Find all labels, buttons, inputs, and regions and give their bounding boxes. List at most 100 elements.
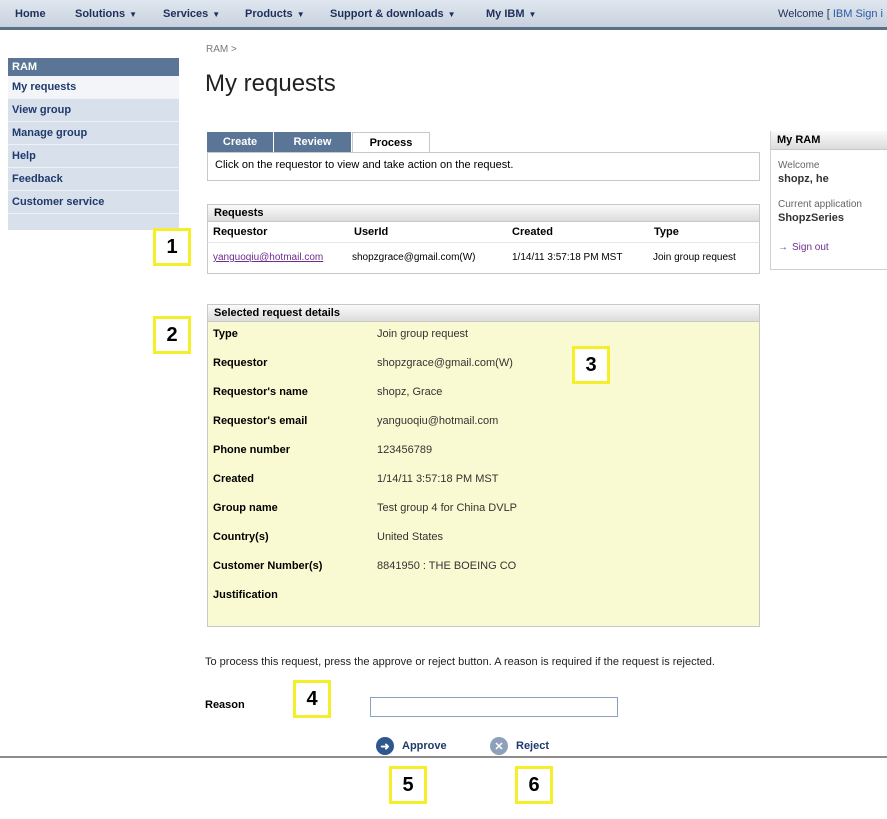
reason-input[interactable] xyxy=(370,697,618,717)
left-navigation: RAM My requests View group Manage group … xyxy=(8,58,179,230)
details-title: Selected request details xyxy=(207,304,760,322)
sidebar-item-manage-group[interactable]: Manage group xyxy=(8,122,179,145)
application-name: ShopzSeries xyxy=(778,212,845,224)
detail-row: Phone number 123456789 xyxy=(208,444,759,464)
welcome-prefix: Welcome [ xyxy=(778,8,830,20)
approve-label: Approve xyxy=(402,740,447,752)
callout-4: 4 xyxy=(293,680,331,718)
detail-row: Created 1/14/11 3:57:18 PM MST xyxy=(208,473,759,493)
sidebar-item-customer-service[interactable]: Customer service xyxy=(8,191,179,214)
request-details-panel: Selected request details Type Join group … xyxy=(207,304,760,627)
detail-value: yanguoqiu@hotmail.com xyxy=(377,415,499,427)
detail-label: Type xyxy=(213,328,238,340)
close-icon: ✕ xyxy=(490,737,508,755)
my-ram-title: My RAM xyxy=(771,131,887,150)
detail-value: 1/14/11 3:57:18 PM MST xyxy=(377,473,499,485)
detail-value: Join group request xyxy=(377,328,469,340)
detail-label: Requestor's email xyxy=(213,415,308,427)
sidebar-item-my-requests[interactable]: My requests xyxy=(8,76,179,99)
sign-out-link[interactable]: → Sign out xyxy=(778,242,829,253)
welcome-label: Welcome xyxy=(778,160,820,171)
detail-label: Requestor's name xyxy=(213,386,308,398)
arrow-right-icon: ➜ xyxy=(376,737,394,755)
nav-support[interactable]: Support & downloads ▼ xyxy=(330,8,456,20)
details-body: Type Join group request Requestor shopzgra… xyxy=(207,322,760,627)
reject-button[interactable]: ✕ Reject xyxy=(490,736,549,756)
nav-products[interactable]: Products ▼ xyxy=(245,8,305,20)
top-navigation-bar: Home Solutions ▼ Services ▼ Products ▼ Supp… xyxy=(0,0,887,30)
sign-out-label: Sign out xyxy=(792,242,829,253)
nav-products-label: Products xyxy=(245,8,293,20)
sidebar-item-feedback[interactable]: Feedback xyxy=(8,168,179,191)
approve-button[interactable]: ➜ Approve xyxy=(376,736,447,756)
detail-row: Requestor's name shopz, Grace xyxy=(208,386,759,406)
detail-label: Justification xyxy=(213,589,278,601)
tab-create[interactable]: Create xyxy=(207,132,273,152)
left-nav-title: RAM xyxy=(8,58,179,76)
nav-home[interactable]: Home xyxy=(15,8,46,20)
detail-label: Country(s) xyxy=(213,531,269,543)
tab-process[interactable]: Process xyxy=(352,132,430,153)
instructions-text: Click on the requestor to view and take … xyxy=(207,152,760,181)
detail-label: Customer Number(s) xyxy=(213,560,323,572)
welcome-text: Welcome [ IBM Sign i xyxy=(778,8,883,20)
requestor-link[interactable]: yanguoqiu@hotmail.com xyxy=(213,252,323,263)
table-row: yanguoqiu@hotmail.com shopzgrace@gmail.c… xyxy=(207,242,760,274)
column-header-userid: UserId xyxy=(354,226,389,238)
detail-row: Customer Number(s) 8841950 : THE BOEING C… xyxy=(208,560,759,580)
callout-2: 2 xyxy=(153,316,191,354)
nav-solutions[interactable]: Solutions ▼ xyxy=(75,8,137,20)
detail-label: Group name xyxy=(213,502,278,514)
sidebar-item-view-group[interactable]: View group xyxy=(8,99,179,122)
detail-row: Justification xyxy=(208,589,759,609)
chevron-down-icon: ▼ xyxy=(296,10,305,19)
footer-divider xyxy=(0,756,887,758)
callout-3: 3 xyxy=(572,346,610,384)
table-cell-created: 1/14/11 3:57:18 PM MST xyxy=(512,252,623,263)
detail-value: Test group 4 for China DVLP xyxy=(377,502,518,514)
detail-label: Created xyxy=(213,473,254,485)
column-header-type: Type xyxy=(654,226,679,238)
chevron-down-icon: ▼ xyxy=(528,10,537,19)
detail-value: 8841950 : THE BOEING CO xyxy=(377,560,517,572)
process-instructions: To process this request, press the appro… xyxy=(205,656,715,668)
detail-value: shopzgrace@gmail.com(W) xyxy=(377,357,513,369)
detail-label: Phone number xyxy=(213,444,291,456)
sign-in-link[interactable]: IBM Sign i xyxy=(833,8,883,20)
nav-support-label: Support & downloads xyxy=(330,8,444,20)
detail-row: Type Join group request xyxy=(208,328,759,348)
nav-home-label: Home xyxy=(15,8,46,20)
detail-row: Group name Test group 4 for China DVLP xyxy=(208,502,759,522)
chevron-down-icon: ▼ xyxy=(447,10,456,19)
detail-label: Requestor xyxy=(213,357,268,369)
breadcrumb[interactable]: RAM > xyxy=(206,44,237,55)
nav-solutions-label: Solutions xyxy=(75,8,126,20)
callout-5: 5 xyxy=(389,766,427,804)
tab-review[interactable]: Review xyxy=(274,132,351,152)
column-header-created: Created xyxy=(512,226,553,238)
reject-label: Reject xyxy=(516,740,550,752)
nav-my-ibm[interactable]: My IBM ▼ xyxy=(486,8,536,20)
nav-my-ibm-label: My IBM xyxy=(486,8,525,20)
detail-value: 123456789 xyxy=(377,444,433,456)
requests-title: Requests xyxy=(207,204,760,222)
detail-value: United States xyxy=(377,531,444,543)
requests-table: Requests Requestor UserId Created Type y… xyxy=(207,204,760,274)
chevron-down-icon: ▼ xyxy=(212,10,221,19)
chevron-down-icon: ▼ xyxy=(129,10,138,19)
table-cell-type: Join group request xyxy=(653,252,736,263)
nav-services-label: Services xyxy=(163,8,209,20)
detail-row: Country(s) United States xyxy=(208,531,759,551)
page-title: My requests xyxy=(205,70,336,97)
sidebar-item-help[interactable]: Help xyxy=(8,145,179,168)
nav-services[interactable]: Services ▼ xyxy=(163,8,220,20)
my-ram-panel: My RAM Welcome shopz, he Current applica… xyxy=(770,131,887,270)
detail-value: shopz, Grace xyxy=(377,386,443,398)
table-cell-userid: shopzgrace@gmail.com(W) xyxy=(352,252,476,263)
requests-header-row: Requestor UserId Created Type xyxy=(207,222,760,242)
arrow-right-icon: → xyxy=(778,242,788,253)
detail-row: Requestor's email yanguoqiu@hotmail.com xyxy=(208,415,759,435)
welcome-user: shopz, he xyxy=(778,173,829,185)
callout-6: 6 xyxy=(515,766,553,804)
reason-label: Reason xyxy=(205,699,245,711)
